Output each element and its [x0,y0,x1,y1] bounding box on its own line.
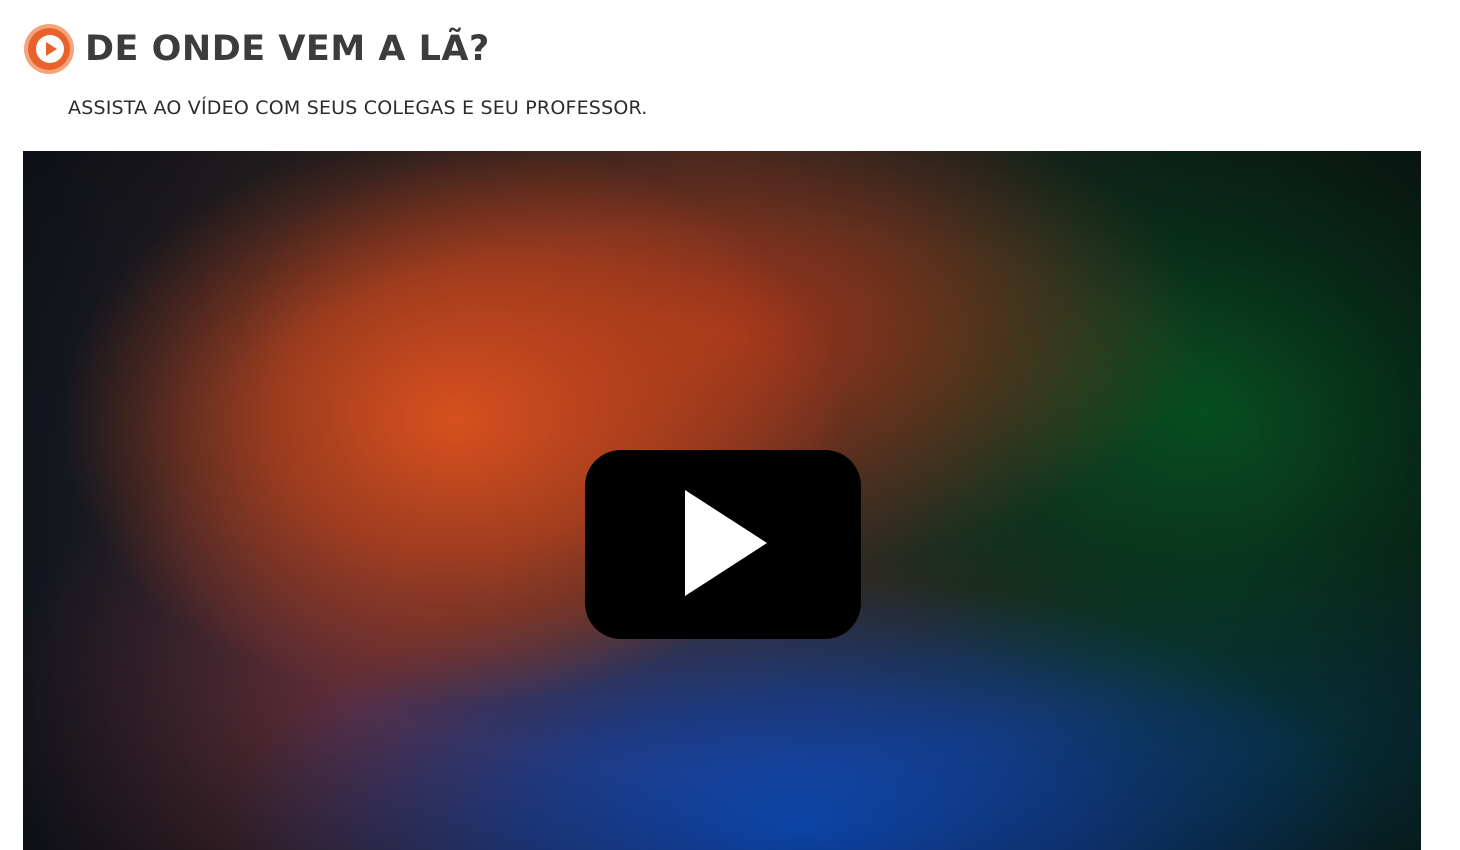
play-circle-icon [24,24,74,74]
instruction-text: ASSISTA AO VÍDEO COM SEUS COLEGAS E SEU … [68,97,648,119]
play-button[interactable] [585,450,861,639]
section-header: DE ONDE VEM A LÃ? [23,22,490,76]
page-title: DE ONDE VEM A LÃ? [85,28,490,69]
play-icon [685,489,767,596]
page: DE ONDE VEM A LÃ? ASSISTA AO VÍDEO COM S… [0,0,1460,850]
video-player[interactable] [23,151,1421,850]
